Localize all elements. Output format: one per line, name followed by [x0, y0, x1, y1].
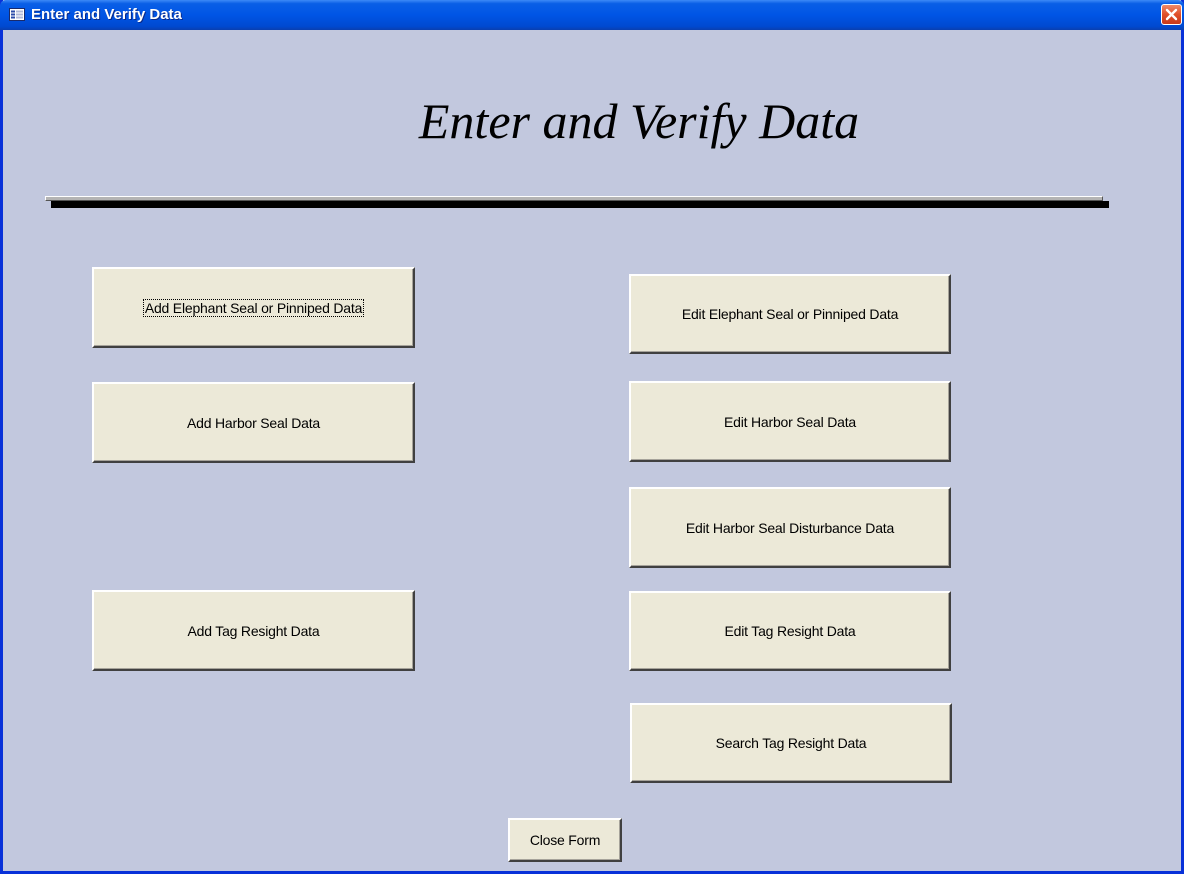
add-elephant-seal-button[interactable]: Add Elephant Seal or Pinniped Data — [92, 267, 415, 348]
close-window-button[interactable] — [1161, 4, 1182, 25]
heading-rule-shadow — [51, 201, 1109, 208]
add-harbor-seal-button[interactable]: Add Harbor Seal Data — [92, 382, 415, 463]
heading-divider — [45, 196, 1103, 201]
search-tag-resight-button[interactable]: Search Tag Resight Data — [630, 703, 952, 783]
close-form-button[interactable]: Close Form — [508, 818, 622, 862]
add-harbor-seal-label: Add Harbor Seal Data — [187, 414, 320, 431]
search-tag-resight-label: Search Tag Resight Data — [715, 735, 867, 751]
edit-harbor-seal-disturbance-label: Edit Harbor Seal Disturbance Data — [685, 519, 895, 536]
add-tag-resight-label: Add Tag Resight Data — [187, 622, 320, 639]
edit-harbor-seal-button[interactable]: Edit Harbor Seal Data — [629, 381, 951, 462]
edit-tag-resight-label: Edit Tag Resight Data — [724, 623, 856, 639]
form-icon — [9, 8, 25, 21]
edit-harbor-seal-label: Edit Harbor Seal Data — [724, 413, 856, 430]
edit-tag-resight-button[interactable]: Edit Tag Resight Data — [629, 591, 951, 671]
add-elephant-seal-label: Add Elephant Seal or Pinniped Data — [142, 298, 365, 317]
form-heading: Enter and Verify Data — [418, 93, 860, 149]
close-form-label: Close Form — [529, 832, 601, 848]
edit-elephant-seal-button[interactable]: Edit Elephant Seal or Pinniped Data — [629, 274, 951, 354]
add-tag-resight-button[interactable]: Add Tag Resight Data — [92, 590, 415, 671]
title-bar[interactable]: Enter and Verify Data — [0, 0, 1184, 30]
edit-harbor-seal-disturbance-button[interactable]: Edit Harbor Seal Disturbance Data — [629, 487, 951, 568]
edit-elephant-seal-label: Edit Elephant Seal or Pinniped Data — [681, 306, 899, 322]
form-window: Enter and Verify Data Enter and Verify D… — [0, 0, 1184, 874]
window-title: Enter and Verify Data — [31, 6, 182, 23]
